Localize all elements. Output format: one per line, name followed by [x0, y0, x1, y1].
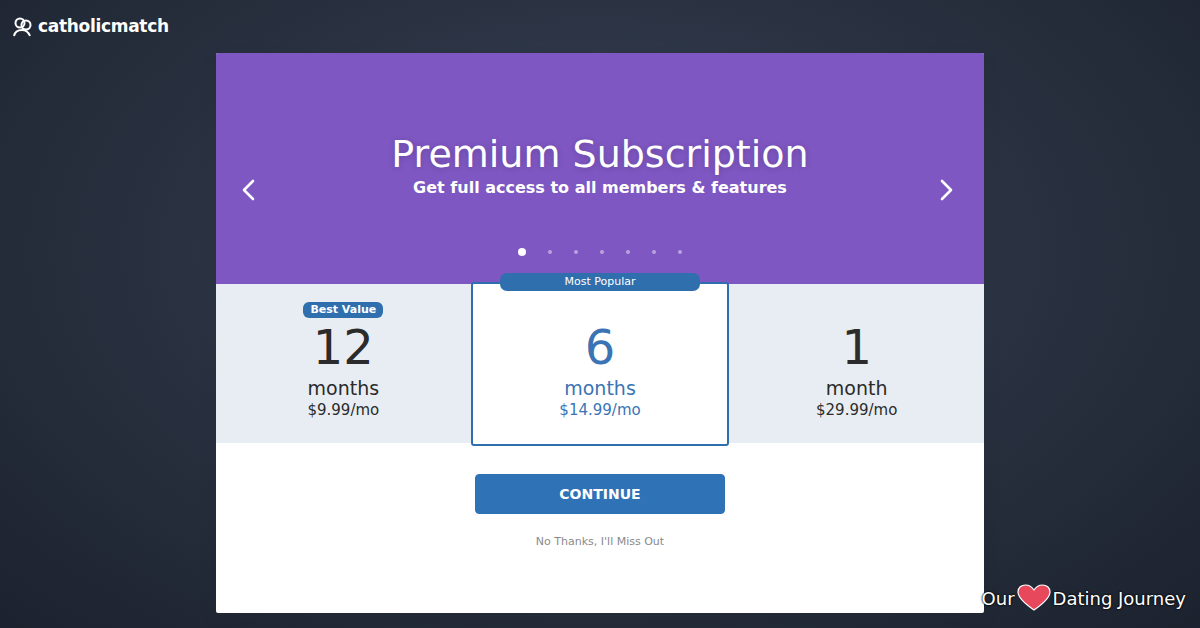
plan-months: 12 — [224, 322, 463, 372]
header-title: Premium Subscription — [216, 131, 984, 177]
carousel-dots — [216, 247, 984, 257]
carousel-dot[interactable] — [518, 248, 526, 256]
watermark-text: Our — [982, 585, 1015, 612]
plan-price: $9.99/mo — [224, 400, 463, 420]
plan-option[interactable]: 1 month$29.99/mo — [729, 284, 984, 443]
continue-button[interactable]: CONTINUE — [475, 474, 725, 514]
logo-icon — [12, 16, 34, 38]
plan-unit: months — [481, 376, 720, 400]
carousel-header: Premium SubscriptionGet full access to a… — [216, 53, 984, 284]
plan-months: 6 — [481, 322, 720, 372]
next-arrow-icon[interactable] — [933, 177, 959, 203]
background-photo: catholicmatch Premium SubscriptionGet ful… — [0, 0, 1200, 628]
plan-months: 1 — [737, 322, 976, 372]
plan-price: $29.99/mo — [737, 400, 976, 420]
plan-badge: Most Popular — [500, 273, 700, 291]
carousel-dot[interactable] — [574, 250, 578, 254]
watermark-text: Dating Journey — [1053, 585, 1186, 612]
prev-arrow-icon[interactable] — [236, 177, 262, 203]
logo[interactable]: catholicmatch — [12, 14, 169, 40]
plan-badge: Best Value — [303, 302, 383, 318]
plan-price: $14.99/mo — [481, 400, 720, 420]
plan-option[interactable]: Best Value 12 months$9.99/mo — [216, 284, 471, 443]
actions: CONTINUE No Thanks, I'll Miss Out — [216, 443, 984, 552]
watermark: Our Dating Journey — [982, 584, 1186, 612]
carousel-dot[interactable] — [626, 250, 630, 254]
plan-list: Best Value12months$9.99/moMost Popular6m… — [216, 284, 984, 443]
heart-icon — [1017, 584, 1051, 612]
carousel-dot[interactable] — [678, 250, 682, 254]
carousel-dot[interactable] — [548, 250, 552, 254]
subscription-modal: Premium SubscriptionGet full access to a… — [216, 53, 984, 613]
logo-text: catholicmatch — [38, 14, 169, 40]
plan-option[interactable]: Most Popular6months$14.99/mo — [471, 282, 730, 446]
plan-unit: month — [737, 376, 976, 400]
decline-link[interactable]: No Thanks, I'll Miss Out — [536, 534, 664, 551]
header-subtitle: Get full access to all members & feature… — [216, 177, 984, 199]
plan-unit: months — [224, 376, 463, 400]
carousel-dot[interactable] — [652, 250, 656, 254]
carousel-dot[interactable] — [600, 250, 604, 254]
